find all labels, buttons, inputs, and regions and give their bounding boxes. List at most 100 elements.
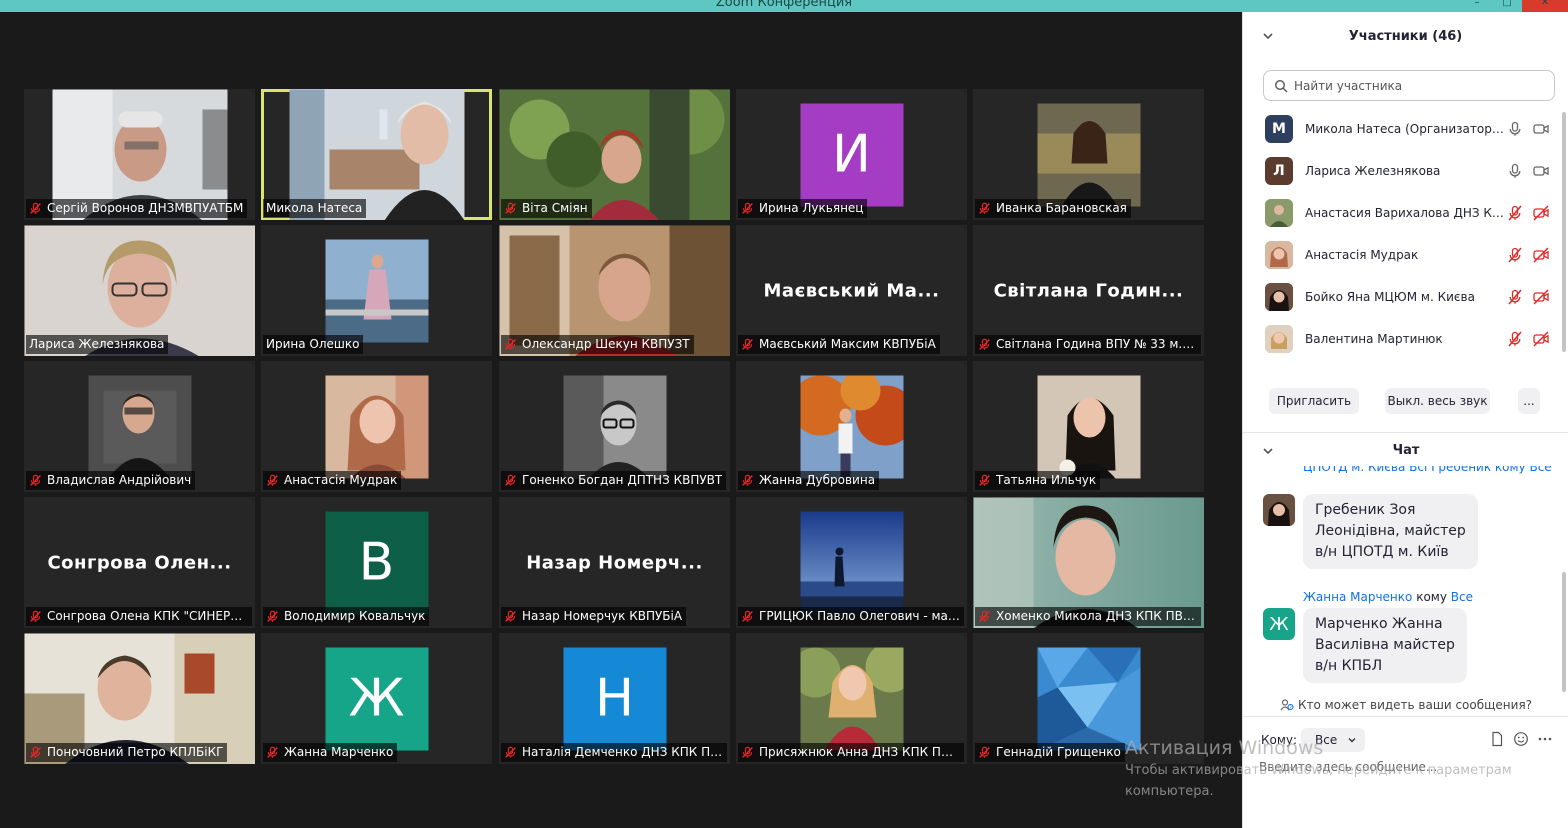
participant-row[interactable]: Л Лариса Железнякова — [1243, 150, 1568, 192]
mute-all-button[interactable]: Выкл. весь звук — [1385, 388, 1490, 414]
video-tile[interactable]: Лариса Железнякова — [24, 225, 255, 356]
video-tile[interactable]: Гоненко Богдан ДПТНЗ КВПУВТ — [499, 361, 730, 492]
participant-avatar: Ж — [325, 647, 428, 750]
participant-row[interactable]: Бойко Яна МЦЮМ м. Києва — [1243, 276, 1568, 318]
video-tile[interactable]: Сонгрова Олен... Сонгрова Олена КПК "СИН… — [24, 497, 255, 628]
chat-cut-off-line: ЦПОТД м. Києва Всі Гребеник кому Все — [1303, 466, 1552, 474]
video-tile[interactable]: ГРИЦЮК Павло Олегович - майс... — [736, 497, 967, 628]
video-tile[interactable]: И Ирина Лукьянец — [736, 89, 967, 220]
avatar-photo — [1265, 199, 1293, 227]
participant-name-label: Хоменко Микола ДНЗ КПК ПВФП — [975, 607, 1201, 626]
panel-divider — [1243, 716, 1568, 717]
video-tile[interactable]: Ж Жанна Марченко — [261, 633, 492, 764]
participant-row[interactable]: Валентина Мартинюк — [1243, 318, 1568, 360]
video-tile[interactable]: Владислав Андрійович — [24, 361, 255, 492]
video-tile[interactable]: Присяжнюк Анна ДНЗ КПК ПВФП — [736, 633, 967, 764]
chat-scrollbar[interactable] — [1562, 572, 1566, 692]
video-off-icon[interactable] — [1533, 247, 1549, 263]
avatar: Л — [1265, 157, 1293, 185]
participant-photo — [1037, 647, 1140, 750]
participant-name-label: Ирина Олешко — [263, 335, 364, 354]
svg-text:?: ? — [1289, 705, 1292, 711]
video-tile[interactable]: Иванка Барановская — [973, 89, 1204, 220]
video-camera-icon[interactable] — [1533, 163, 1549, 179]
chat-message-bubble: Марченко Жанна Василівна майстер в/н КПБ… — [1303, 608, 1467, 683]
avatar — [1263, 494, 1295, 526]
chat-compose: Кому: Все — [1243, 726, 1568, 828]
microphone-icon[interactable] — [1507, 121, 1523, 137]
participant-list-scrollbar[interactable] — [1562, 112, 1566, 352]
participant-photo — [800, 647, 903, 750]
video-tile[interactable]: Н Наталія Демченко ДНЗ КПК ПВФП — [499, 633, 730, 764]
participant-display-name: Сонгрова Олен... — [47, 552, 232, 573]
participant-row[interactable]: Анастасия Варихалова ДНЗ КПК... — [1243, 192, 1568, 234]
chat-header: Чат — [1243, 434, 1568, 466]
mic-muted-icon[interactable] — [1507, 289, 1523, 305]
video-tile[interactable]: Татьяна Ильчук — [973, 361, 1204, 492]
mic-muted-icon[interactable] — [1507, 331, 1523, 347]
avatar — [1265, 199, 1293, 227]
participant-photo — [1037, 375, 1140, 478]
emoji-icon[interactable] — [1513, 731, 1529, 747]
chat-recipient[interactable]: Все — [1451, 590, 1473, 604]
mic-muted-icon[interactable] — [1507, 247, 1523, 263]
video-camera-icon[interactable] — [1533, 121, 1549, 137]
participant-list: М Микола Натеса (Организатор, я) Л Ларис… — [1243, 108, 1568, 370]
participant-row[interactable]: М Микола Натеса (Организатор, я) — [1243, 108, 1568, 150]
recipient-select[interactable]: Все — [1301, 728, 1365, 752]
video-tile[interactable]: Ирина Олешко — [261, 225, 492, 356]
video-off-icon[interactable] — [1533, 289, 1549, 305]
more-options-button[interactable]: ... — [1518, 388, 1540, 414]
invite-button[interactable]: Пригласить — [1269, 388, 1359, 414]
participant-search[interactable] — [1263, 70, 1555, 101]
chat-sender[interactable]: Жанна Марченко — [1303, 590, 1412, 604]
participant-name-label: Сергій Воронов ДНЗМВПУАТБМ — [26, 199, 248, 218]
participant-name: Анастасія Мудрак — [1305, 248, 1419, 262]
video-tile-active-speaker[interactable]: Микола Натеса — [261, 89, 492, 220]
microphone-icon[interactable] — [1507, 163, 1523, 179]
participant-name-label: Поночовний Петро КПЛБіКГ — [26, 743, 228, 762]
video-tile[interactable]: Хоменко Микола ДНЗ КПК ПВФП — [973, 497, 1204, 628]
mic-muted-icon — [979, 338, 990, 350]
video-tile[interactable]: Маєвський Ма... Маєвський Максим КВПУБіА — [736, 225, 967, 356]
video-tile[interactable]: Віта Сміян — [499, 89, 730, 220]
video-tile[interactable]: Назар Номерч... Назар Номерчук КВПУБіА — [499, 497, 730, 628]
video-off-icon[interactable] — [1533, 205, 1549, 221]
chat-message-input[interactable] — [1259, 760, 1549, 800]
video-tile[interactable]: Геннадій Грищенко — [973, 633, 1204, 764]
video-tile[interactable]: Жанна Дубровина — [736, 361, 967, 492]
participant-name-label: Присяжнюк Анна ДНЗ КПК ПВФП — [738, 743, 964, 762]
mic-muted-icon — [505, 338, 516, 350]
search-input[interactable] — [1294, 78, 1544, 93]
mic-muted-icon — [30, 474, 41, 486]
video-tile[interactable]: Олександр Шекун КВПУЗТ — [499, 225, 730, 356]
more-dots-icon[interactable] — [1537, 731, 1553, 747]
mic-muted-icon — [742, 338, 753, 350]
video-tile[interactable]: В Володимир Ковальчук — [261, 497, 492, 628]
participant-row[interactable]: Анастасія Мудрак — [1243, 234, 1568, 276]
mic-muted-icon[interactable] — [1507, 205, 1523, 221]
video-tile[interactable]: Поночовний Петро КПЛБіКГ — [24, 633, 255, 764]
video-tile[interactable]: Світлана Годин... Світлана Година ВПУ № … — [973, 225, 1204, 356]
side-panel: Участники (46) М Микола Натеса (Организа… — [1242, 12, 1568, 828]
maximize-button[interactable]: □ — [1492, 0, 1522, 12]
file-icon[interactable] — [1489, 731, 1505, 747]
avatar — [1265, 283, 1293, 311]
participant-avatar: И — [800, 103, 903, 206]
participant-name-label: Маєвський Максим КВПУБіА — [738, 335, 940, 354]
video-tile[interactable]: Анастасія Мудрак — [261, 361, 492, 492]
participant-photo — [800, 375, 903, 478]
panel-divider — [1243, 432, 1568, 433]
avatar-photo — [1265, 283, 1293, 311]
video-off-icon[interactable] — [1533, 331, 1549, 347]
avatar: Ж — [1263, 608, 1295, 640]
who-can-see-link[interactable]: ? Кто может видеть ваши сообщения? — [1243, 694, 1568, 716]
close-window-button[interactable]: ✕ — [1522, 0, 1568, 12]
chat-to-word: кому — [1416, 590, 1447, 604]
participant-photo — [563, 375, 666, 478]
avatar: М — [1265, 115, 1293, 143]
participant-photo — [325, 239, 428, 342]
mic-muted-icon — [30, 202, 41, 214]
minimize-button[interactable]: – — [1462, 0, 1492, 12]
video-tile[interactable]: Сергій Воронов ДНЗМВПУАТБМ — [24, 89, 255, 220]
